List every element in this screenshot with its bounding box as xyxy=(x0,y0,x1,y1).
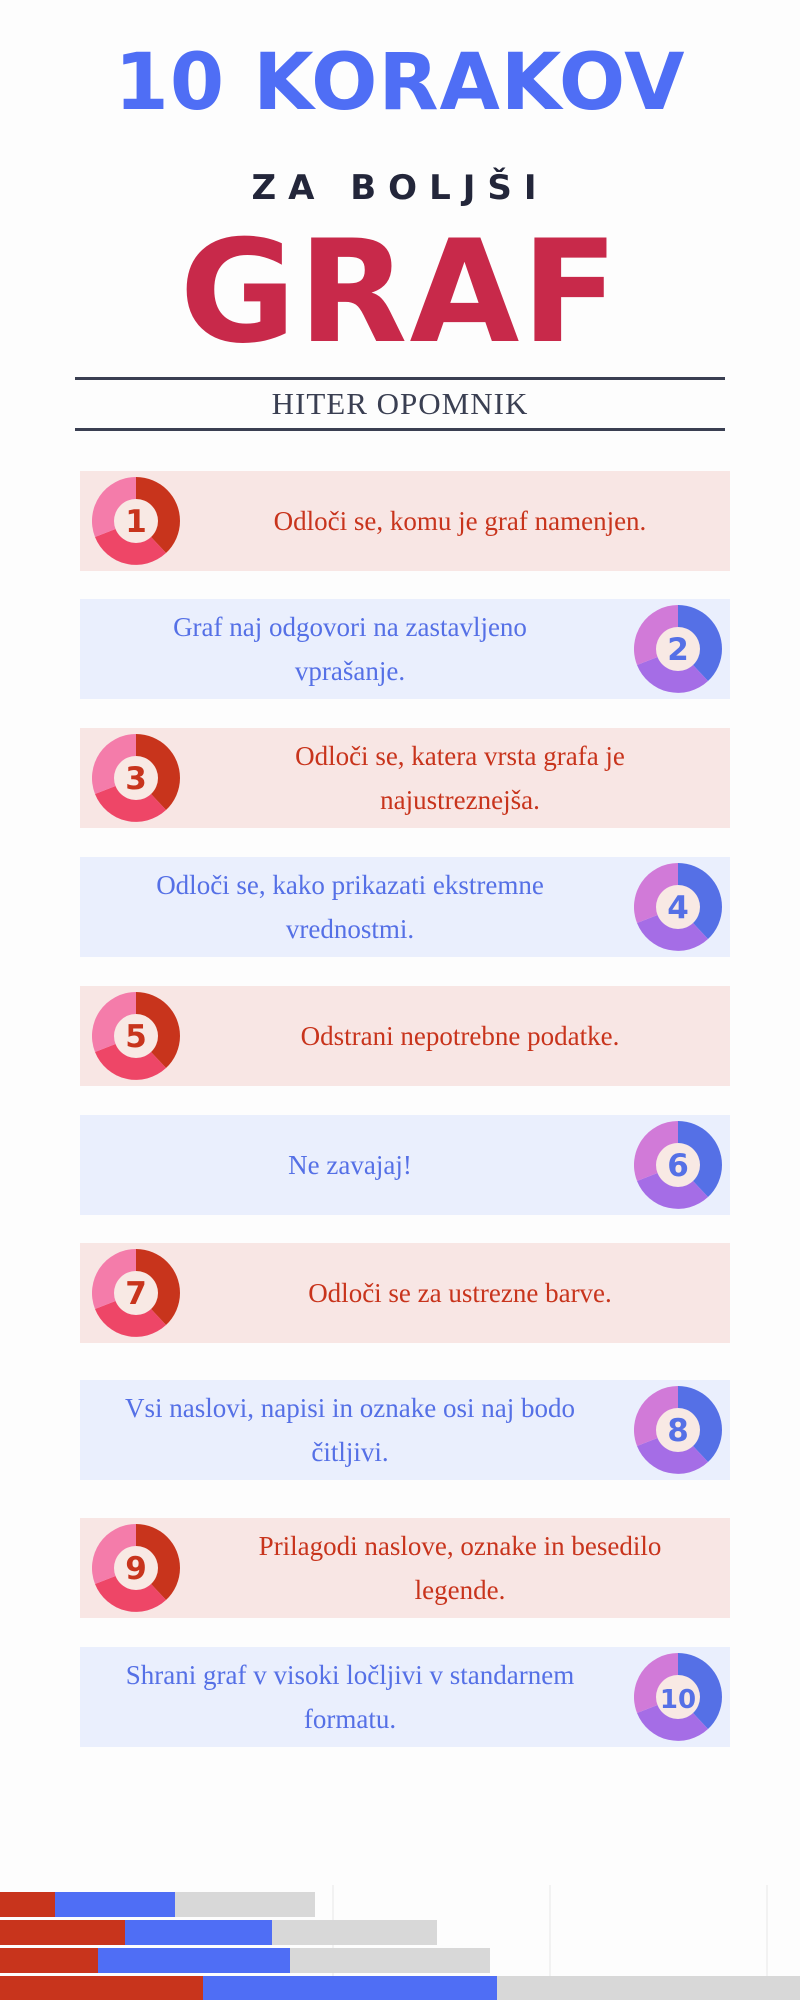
bar-segment-gray xyxy=(272,1920,437,1945)
step-number: 4 xyxy=(667,890,689,926)
divider-top xyxy=(75,377,725,380)
step-number: 8 xyxy=(667,1413,689,1449)
step-number: 6 xyxy=(667,1148,689,1184)
step-number-donut-icon: 7 xyxy=(92,1249,180,1337)
step-number: 7 xyxy=(125,1276,147,1312)
bar-segment-gray xyxy=(290,1948,490,1973)
bar-segment-red xyxy=(0,1920,125,1945)
step-card-5: Odstrani nepotrebne podatke. 5 xyxy=(80,986,730,1086)
step-card-8: Vsi naslovi, napisi in oznake osi naj bo… xyxy=(80,1380,730,1480)
subtitle: HITER OPOMNIK xyxy=(271,386,529,421)
bar-segment-blue xyxy=(203,1976,497,2000)
step-text: Odloči se, kako prikazati ekstremne vred… xyxy=(156,870,544,944)
bar-segment-blue xyxy=(55,1892,175,1917)
step-number-donut-icon: 3 xyxy=(92,734,180,822)
step-text: Vsi naslovi, napisi in oznake osi naj bo… xyxy=(125,1393,575,1467)
step-number-donut-icon: 1 xyxy=(92,477,180,565)
step-card-3: Odloči se, katera vrsta grafa je najustr… xyxy=(80,728,730,828)
step-number-donut-icon: 10 xyxy=(634,1653,722,1741)
step-number: 2 xyxy=(667,632,689,668)
step-number-donut-icon: 4 xyxy=(634,863,722,951)
step-text: Graf naj odgovori na zastavljeno vprašan… xyxy=(173,612,527,686)
step-number: 3 xyxy=(125,761,147,797)
step-number-donut-icon: 6 xyxy=(634,1121,722,1209)
bar-segment-blue xyxy=(125,1920,272,1945)
step-card-4: Odloči se, kako prikazati ekstremne vred… xyxy=(80,857,730,957)
decorative-bars xyxy=(0,1885,800,2000)
step-number: 5 xyxy=(125,1019,147,1055)
bar-segment-blue xyxy=(98,1948,290,1973)
bar-segment-red xyxy=(0,1976,203,2000)
step-number: 10 xyxy=(660,1685,696,1715)
step-number: 1 xyxy=(125,504,147,540)
step-number-donut-icon: 2 xyxy=(634,605,722,693)
bar-segment-red xyxy=(0,1892,55,1917)
step-card-9: Prilagodi naslove, oznake in besedilo le… xyxy=(80,1518,730,1618)
bar-segment-gray xyxy=(497,1976,800,2000)
step-text: Shrani graf v visoki ločljivi v standarn… xyxy=(125,1660,575,1734)
title-main: 10 KORAKOV xyxy=(114,38,686,128)
step-card-1: Odloči se, komu je graf namenjen. 1 xyxy=(80,471,730,571)
step-card-2: Graf naj odgovori na zastavljeno vprašan… xyxy=(80,599,730,699)
bar-segment-gray xyxy=(175,1892,315,1917)
step-text: Ne zavajaj! xyxy=(288,1150,412,1180)
step-number-donut-icon: 5 xyxy=(92,992,180,1080)
step-number-donut-icon: 9 xyxy=(92,1524,180,1612)
bar-segment-red xyxy=(0,1948,98,1973)
step-number-donut-icon: 8 xyxy=(634,1386,722,1474)
step-card-7: Odloči se za ustrezne barve. 7 xyxy=(80,1243,730,1343)
divider-bottom xyxy=(75,428,725,431)
title-graf: GRAF xyxy=(179,210,621,375)
step-card-10: Shrani graf v visoki ločljivi v standarn… xyxy=(80,1647,730,1747)
step-card-6: Ne zavajaj! 6 xyxy=(80,1115,730,1215)
step-number: 9 xyxy=(125,1551,147,1587)
title-sub: ZA BOLJŠI xyxy=(251,168,549,208)
